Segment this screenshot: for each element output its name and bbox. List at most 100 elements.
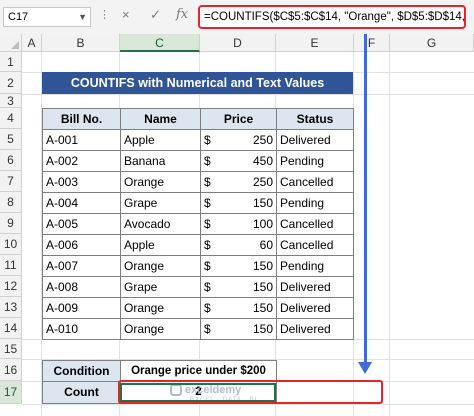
cell-status[interactable]: Pending <box>276 255 354 277</box>
column-header-a[interactable]: A <box>22 34 42 52</box>
row-header[interactable]: 3 <box>0 94 22 108</box>
cell-bill-no[interactable]: A-004 <box>42 192 121 214</box>
cell-status[interactable]: Cancelled <box>276 213 354 235</box>
row-header[interactable]: 5 <box>0 129 22 150</box>
cell-bill-no[interactable]: A-010 <box>42 318 121 340</box>
row-header[interactable]: 9 <box>0 213 22 234</box>
cancel-icon[interactable]: × <box>122 7 130 22</box>
row-header[interactable]: 1 <box>0 52 22 72</box>
row-header[interactable]: 16 <box>0 359 22 381</box>
currency-symbol: $ <box>204 301 211 315</box>
cell-name[interactable]: Orange <box>120 297 201 319</box>
cell-name[interactable]: Orange <box>120 255 201 277</box>
row-header[interactable]: 2 <box>0 72 22 94</box>
enter-icon[interactable]: ✓ <box>150 7 161 23</box>
count-highlight-box <box>118 380 383 404</box>
row-header[interactable]: 10 <box>0 234 22 255</box>
cell-price[interactable]: $150 <box>200 297 277 319</box>
cell-bill-no[interactable]: A-001 <box>42 129 121 151</box>
name-box[interactable]: C17 ▼ <box>3 7 91 27</box>
price-value: 250 <box>252 175 273 189</box>
cell-bill-no[interactable]: A-002 <box>42 150 121 172</box>
cell-price[interactable]: $100 <box>200 213 277 235</box>
column-header-f[interactable]: F <box>354 34 390 52</box>
row-header[interactable]: 12 <box>0 276 22 297</box>
row-header[interactable]: 8 <box>0 192 22 213</box>
formula-bar: C17 ▼ ⋮ × ✓ fx =COUNTIFS($C$5:$C$14, "Or… <box>0 0 474 35</box>
header-status[interactable]: Status <box>276 108 354 130</box>
cell-name[interactable]: Orange <box>120 171 201 193</box>
cell-name[interactable]: Avocado <box>120 213 201 235</box>
cell-status[interactable]: Cancelled <box>276 171 354 193</box>
cell-name[interactable]: Grape <box>120 276 201 298</box>
select-all-corner[interactable] <box>0 34 22 52</box>
currency-symbol: $ <box>204 238 211 252</box>
row-header[interactable]: 4 <box>0 108 22 129</box>
cell-bill-no[interactable]: A-007 <box>42 255 121 277</box>
cell-price[interactable]: $150 <box>200 318 277 340</box>
cell-status[interactable]: Delivered <box>276 297 354 319</box>
currency-symbol: $ <box>204 259 211 273</box>
gridline <box>22 404 474 405</box>
cell-status[interactable]: Cancelled <box>276 234 354 256</box>
price-value: 150 <box>252 322 273 336</box>
cell-bill-no[interactable]: A-009 <box>42 297 121 319</box>
cell-status[interactable]: Pending <box>276 192 354 214</box>
currency-symbol: $ <box>204 280 211 294</box>
header-name[interactable]: Name <box>120 108 201 130</box>
cell-status[interactable]: Pending <box>276 150 354 172</box>
row-header[interactable]: 13 <box>0 297 22 318</box>
header-bill-no[interactable]: Bill No. <box>42 108 121 130</box>
fx-icon[interactable]: fx <box>176 7 188 22</box>
currency-symbol: $ <box>204 133 211 147</box>
column-header-b[interactable]: B <box>42 34 120 52</box>
cell-bill-no[interactable]: A-008 <box>42 276 121 298</box>
price-value: 450 <box>252 154 273 168</box>
price-value: 150 <box>252 280 273 294</box>
count-label[interactable]: Count <box>42 381 121 404</box>
header-price[interactable]: Price <box>200 108 277 130</box>
cell-name[interactable]: Banana <box>120 150 201 172</box>
row-header[interactable]: 14 <box>0 318 22 339</box>
cell-name[interactable]: Orange <box>120 318 201 340</box>
cell-name[interactable]: Grape <box>120 192 201 214</box>
row-header[interactable]: 11 <box>0 255 22 276</box>
cell-bill-no[interactable]: A-006 <box>42 234 121 256</box>
cell-price[interactable]: $150 <box>200 276 277 298</box>
row-header[interactable]: 15 <box>0 339 22 359</box>
cell-price[interactable]: $450 <box>200 150 277 172</box>
price-value: 60 <box>259 238 273 252</box>
currency-symbol: $ <box>204 322 211 336</box>
cell-name[interactable]: Apple <box>120 129 201 151</box>
currency-symbol: $ <box>204 196 211 210</box>
cell-name[interactable]: Apple <box>120 234 201 256</box>
row-header[interactable]: 17 <box>0 381 22 404</box>
cell-bill-no[interactable]: A-003 <box>42 171 121 193</box>
currency-symbol: $ <box>204 154 211 168</box>
cell-price[interactable]: $150 <box>200 192 277 214</box>
column-header-e[interactable]: E <box>276 34 354 52</box>
cell-price[interactable]: $250 <box>200 171 277 193</box>
column-header-d[interactable]: D <box>200 34 276 52</box>
cell-bill-no[interactable]: A-005 <box>42 213 121 235</box>
annotation-arrow-line <box>364 34 367 364</box>
cell-price[interactable]: $250 <box>200 129 277 151</box>
row-header[interactable]: 7 <box>0 171 22 192</box>
row-header[interactable]: 6 <box>0 150 22 171</box>
cell-price[interactable]: $60 <box>200 234 277 256</box>
formula-input[interactable]: =COUNTIFS($C$5:$C$14, "Orange", $D$5:$D$… <box>198 5 466 29</box>
column-header-g[interactable]: G <box>390 34 474 52</box>
name-box-value: C17 <box>8 11 29 23</box>
cell-status[interactable]: Delivered <box>276 318 354 340</box>
column-header-c[interactable]: C <box>120 34 200 52</box>
table-title[interactable]: COUNTIFS with Numerical and Text Values <box>42 72 353 94</box>
cell-status[interactable]: Delivered <box>276 129 354 151</box>
condition-value[interactable]: Orange price under $200 <box>120 360 277 382</box>
chevron-down-icon[interactable]: ▼ <box>78 8 87 26</box>
condition-label[interactable]: Condition <box>42 360 121 382</box>
more-options-icon[interactable]: ⋮ <box>99 8 111 21</box>
gridline <box>22 94 474 95</box>
price-value: 150 <box>252 259 273 273</box>
cell-price[interactable]: $150 <box>200 255 277 277</box>
cell-status[interactable]: Delivered <box>276 276 354 298</box>
